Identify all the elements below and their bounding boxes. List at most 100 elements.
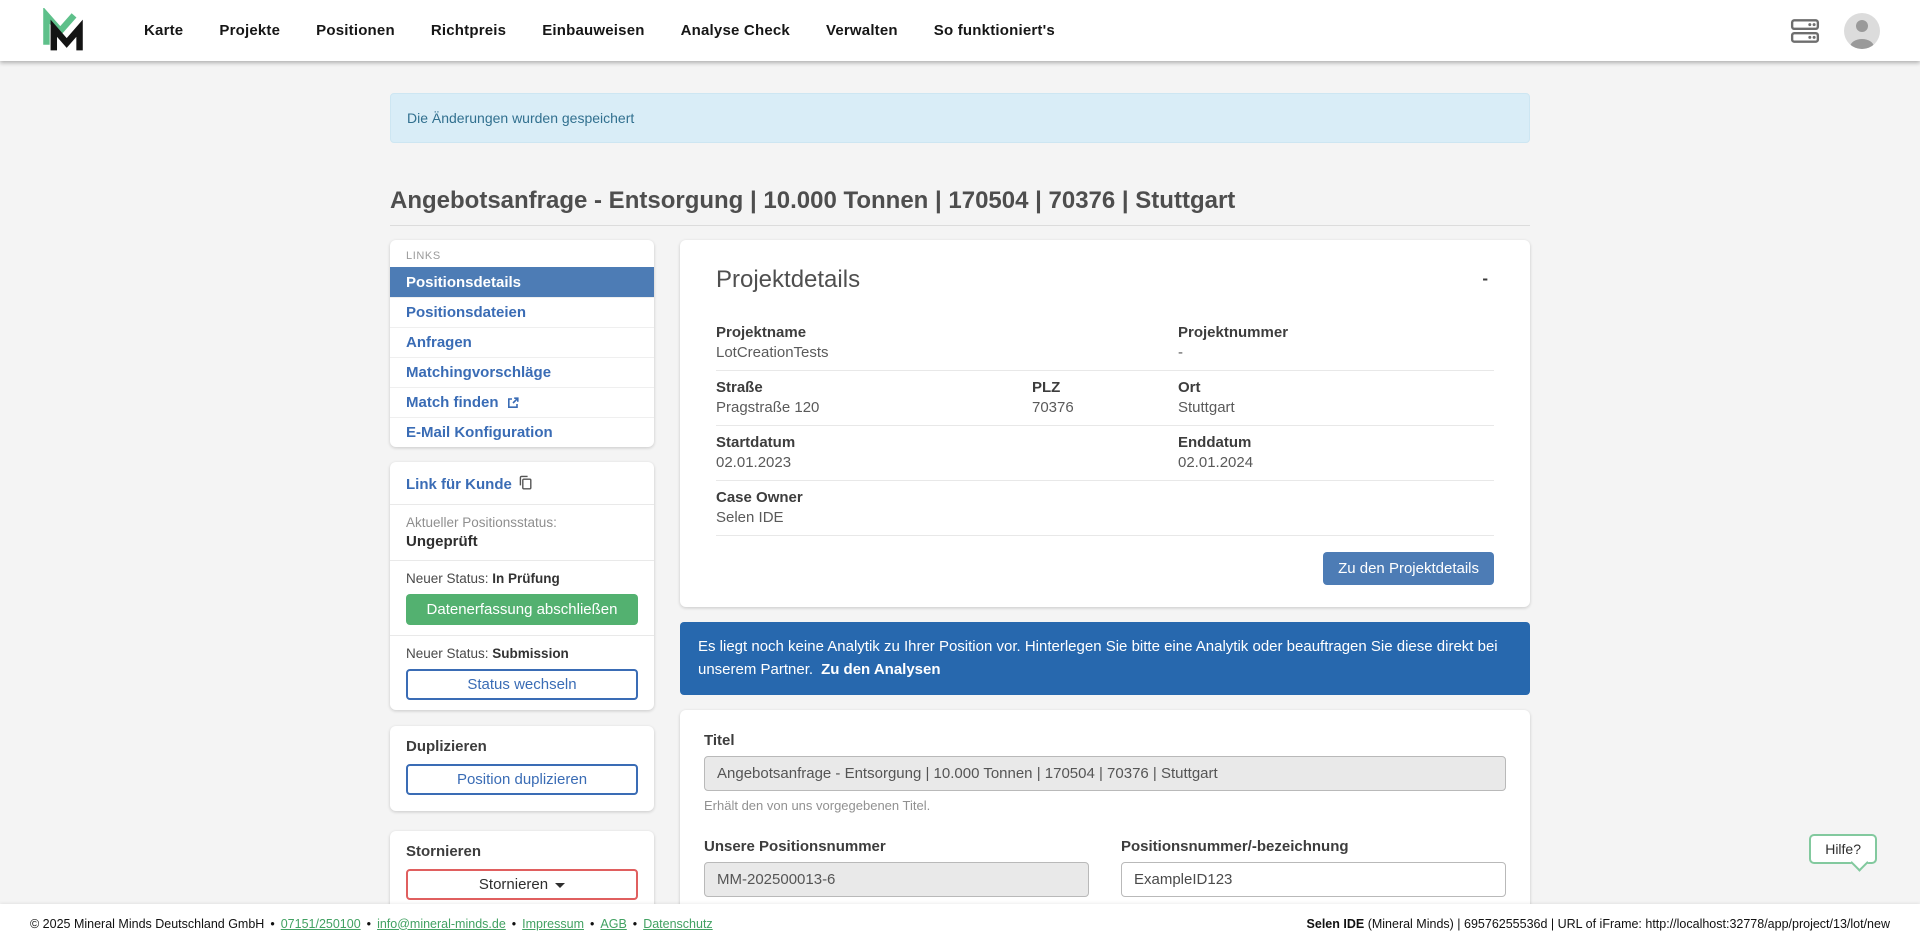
save-success-alert: Die Änderungen wurden gespeichert [390,93,1530,143]
nav-item-so-funktionierts[interactable]: So funktioniert's [934,22,1055,39]
our-position-number-label: Unsere Positionsnummer [704,838,1089,855]
analytics-banner-text: Es liegt noch keine Analytik zu Ihrer Po… [698,638,1498,678]
field-label: Projektnummer [1178,324,1484,341]
nav-item-verwalten[interactable]: Verwalten [826,22,898,39]
footer-separator: • [512,917,516,931]
field-label: Ort [1178,379,1484,396]
sidebar-item-label: Match finden [406,394,499,411]
field-label: Projektname [716,324,1168,341]
sidebar-item-label: Anfragen [406,334,472,351]
next-status-line-1: Neuer Status: In Prüfung [406,571,638,586]
custom-position-number-input[interactable] [1121,862,1506,897]
project-details-title: Projektdetails [716,266,860,294]
page-title: Angebotsanfrage - Entsorgung | 10.000 To… [390,187,1530,226]
nav-item-projekte[interactable]: Projekte [219,22,280,39]
cancel-card-title: Stornieren [406,843,638,860]
project-row-dates: Startdatum 02.01.2023 Enddatum 02.01.202… [716,426,1494,481]
titel-label: Titel [704,732,1506,749]
project-row-name-number: Projektname LotCreationTests Projektnumm… [716,316,1494,371]
sidebar-item-label: Positionsdateien [406,304,526,321]
field-value: LotCreationTests [716,344,1168,361]
page-content: Die Änderungen wurden gespeichert Angebo… [0,61,1920,943]
footer-copyright: © 2025 Mineral Minds Deutschland GmbH [30,917,264,931]
sidebar-item-label: Positionsdetails [406,274,521,291]
cancel-dropdown-button[interactable]: Stornieren [406,869,638,900]
help-button[interactable]: Hilfe? [1809,834,1877,864]
footer-email-link[interactable]: info@mineral-minds.de [377,917,506,931]
footer-agb-link[interactable]: AGB [600,917,626,931]
user-avatar[interactable] [1844,13,1880,49]
footer-session-info: Selen IDE (Mineral Minds) | 69576255536d… [1307,917,1890,931]
duplicate-card: Duplizieren Position duplizieren [390,726,654,811]
next-status-line-2: Neuer Status: Submission [406,646,638,661]
finish-data-entry-button[interactable]: Datenerfassung abschließen [406,594,638,625]
sidebar-item-anfragen[interactable]: Anfragen [390,327,654,357]
sidebar-item-matchingvorschlaege[interactable]: Matchingvorschläge [390,357,654,387]
topbar-right-actions [1790,13,1880,49]
our-position-number-input [704,862,1089,897]
customer-link-label: Link für Kunde [406,476,512,493]
sidebar-item-positionsdetails[interactable]: Positionsdetails [390,267,654,297]
next-status-section-2: Neuer Status: Submission Status wechseln [390,635,654,710]
footer-separator: • [633,917,637,931]
customer-link[interactable]: Link für Kunde [406,475,533,494]
collapse-card-button[interactable]: - [1476,266,1494,291]
titel-input [704,756,1506,791]
current-status-label: Aktueller Positionsstatus: [406,515,638,530]
go-to-project-details-button[interactable]: Zu den Projektdetails [1323,552,1494,585]
status-card: Link für Kunde Aktueller Positi [390,462,654,710]
sidebar-item-email-konfiguration[interactable]: E-Mail Konfiguration [390,417,654,447]
footer-datenschutz-link[interactable]: Datenschutz [643,917,712,931]
project-row-address: Straße Pragstraße 120 PLZ 70376 Ort Stut… [716,371,1494,426]
current-status-section: Aktueller Positionsstatus: Ungeprüft [390,504,654,560]
nav-item-karte[interactable]: Karte [144,22,183,39]
session-details: (Mineral Minds) | 69576255536d | URL of … [1364,917,1890,931]
nav-item-einbauweisen[interactable]: Einbauweisen [542,22,644,39]
duplicate-card-title: Duplizieren [406,738,638,755]
nav-item-analyse-check[interactable]: Analyse Check [681,22,790,39]
sidebar-item-label: E-Mail Konfiguration [406,424,553,441]
links-card: LINKS Positionsdetails Positionsdateien … [390,240,654,447]
external-link-icon [506,396,520,410]
footer-separator: • [367,917,371,931]
nav-item-positionen[interactable]: Positionen [316,22,395,39]
titel-helper: Erhält den von uns vorgegebenen Titel. [704,798,1506,813]
field-label: Case Owner [716,489,1168,506]
field-label: Startdatum [716,434,1168,451]
field-value: Stuttgart [1178,399,1484,416]
footer-separator: • [590,917,594,931]
app-viewport: Karte Projekte Positionen Richtpreis Ein… [0,0,1920,943]
field-value: 02.01.2023 [716,454,1168,471]
next-status-section-1: Neuer Status: In Prüfung Datenerfassung … [390,560,654,635]
top-navigation-bar: Karte Projekte Positionen Richtpreis Ein… [0,0,1920,61]
field-label: Enddatum [1178,434,1484,451]
left-sidebar: LINKS Positionsdetails Positionsdateien … [390,240,654,916]
customer-link-section: Link für Kunde [390,462,654,504]
sidebar-item-match-finden[interactable]: Match finden [390,387,654,417]
server-environment-icon[interactable] [1790,18,1820,44]
footer-separator: • [270,917,274,931]
field-value: 02.01.2024 [1178,454,1484,471]
duplicate-position-button[interactable]: Position duplizieren [406,764,638,795]
main-nav: Karte Projekte Positionen Richtpreis Ein… [144,22,1055,39]
avatar-body-icon [1850,39,1874,49]
analytics-info-banner: Es liegt noch keine Analytik zu Ihrer Po… [680,622,1530,695]
footer-left: © 2025 Mineral Minds Deutschland GmbH • … [30,917,713,931]
field-value: - [1178,344,1484,361]
footer-phone-link[interactable]: 07151/250100 [281,917,361,931]
project-details-card: Projektdetails - Projektname LotCreation… [680,240,1530,607]
field-value: Pragstraße 120 [716,399,1022,416]
sidebar-item-positionsdateien[interactable]: Positionsdateien [390,297,654,327]
cancel-button-label: Stornieren [479,876,548,893]
caret-down-icon [555,883,565,888]
nav-item-richtpreis[interactable]: Richtpreis [431,22,506,39]
go-to-analyses-link[interactable]: Zu den Analysen [821,661,940,678]
footer-impressum-link[interactable]: Impressum [522,917,584,931]
footer: © 2025 Mineral Minds Deutschland GmbH • … [0,904,1920,943]
field-label: Straße [716,379,1022,396]
switch-status-button[interactable]: Status wechseln [406,669,638,700]
main-column: Projektdetails - Projektname LotCreation… [680,240,1530,943]
links-card-header: LINKS [390,244,654,267]
current-status-value: Ungeprüft [406,533,638,550]
mineral-minds-logo[interactable] [40,8,86,54]
